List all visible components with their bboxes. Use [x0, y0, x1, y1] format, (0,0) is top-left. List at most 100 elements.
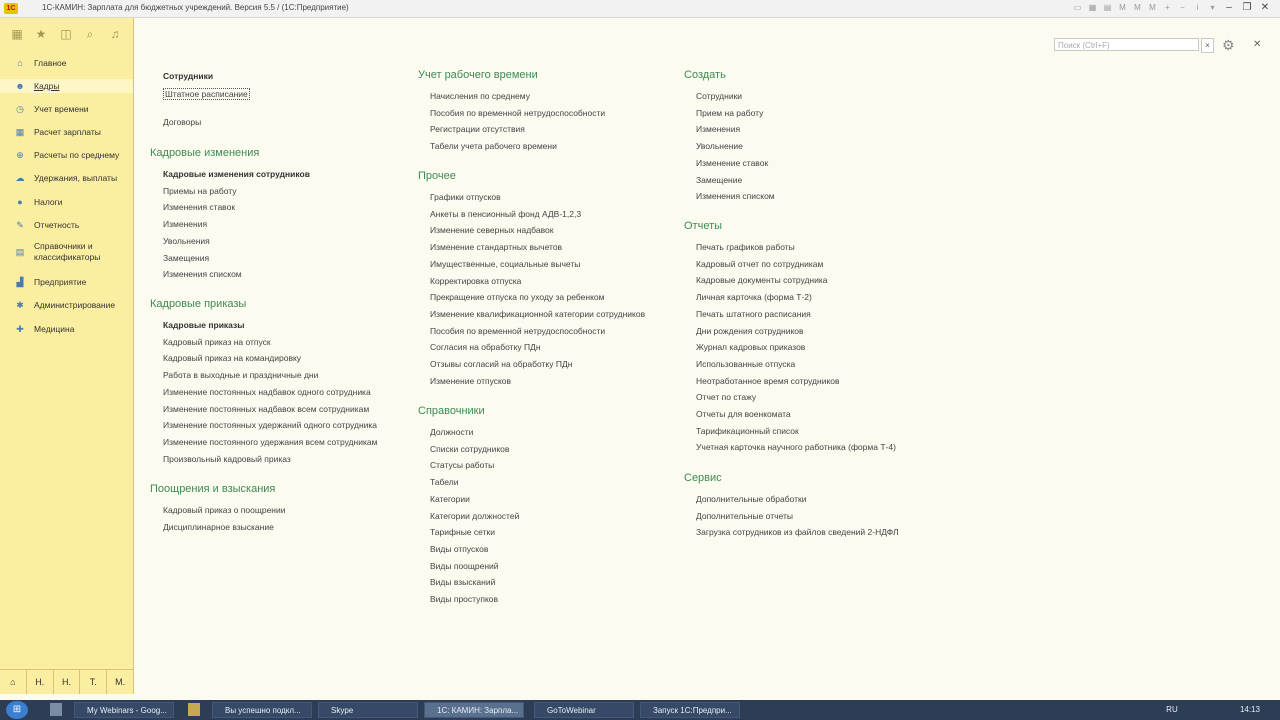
nav-link[interactable]: Изменения списком	[696, 191, 775, 201]
toolbar-doc-icon[interactable]: ▭	[1072, 2, 1083, 13]
nav-link[interactable]: Отзывы согласий на обработку ПДн	[430, 359, 572, 369]
nav-link[interactable]: Кадровый приказ на отпуск	[163, 337, 271, 347]
sidebar-item[interactable]: ● Налоги	[0, 195, 133, 209]
nav-link[interactable]: Увольнение	[696, 141, 743, 151]
nav-link[interactable]: Регистрации отсутствия	[430, 124, 525, 134]
nav-link[interactable]: Дополнительные обработки	[696, 494, 806, 504]
favorites-star-icon[interactable]: ★	[34, 27, 48, 41]
nav-link[interactable]: Изменение стандартных вычетов	[430, 242, 562, 252]
nav-link[interactable]: Дисциплинарное взыскание	[163, 522, 274, 532]
nav-link[interactable]: Сотрудники	[696, 91, 742, 101]
sidebar-item[interactable]: ☁ Удержания, выплаты	[0, 171, 133, 185]
nav-link[interactable]: Виды поощрений	[430, 561, 499, 571]
nav-link[interactable]: Виды отпусков	[430, 544, 488, 554]
nav-link[interactable]: Имущественные, социальные вычеты	[430, 259, 580, 269]
nav-link[interactable]: Кадровые изменения сотрудников	[163, 169, 310, 179]
nav-link[interactable]: Изменение постоянных удержаний одного со…	[163, 420, 377, 430]
nav-link[interactable]: Кадровый приказ о поощрении	[163, 505, 286, 515]
nav-link[interactable]: Дополнительные отчеты	[696, 511, 793, 521]
nav-link[interactable]: Замещения	[163, 253, 209, 263]
language-indicator[interactable]: RU	[1166, 705, 1178, 714]
window-tab[interactable]: Т.	[80, 670, 108, 694]
nav-link[interactable]: Дни рождения сотрудников	[696, 326, 804, 336]
nav-link[interactable]: Штатное расписание	[163, 88, 250, 100]
toolbar-calc-icon[interactable]: ▦	[1087, 2, 1098, 13]
nav-link[interactable]: Отчет по стажу	[696, 392, 756, 402]
nav-link[interactable]: Произвольный кадровый приказ	[163, 454, 291, 464]
sidebar-item[interactable]: ✎ Отчетность	[0, 218, 133, 232]
window-tab[interactable]: Н.	[27, 670, 54, 694]
close-window-button[interactable]: ✕	[1258, 2, 1272, 14]
nav-link[interactable]: Печать графиков работы	[696, 242, 795, 252]
quicklaunch-icon[interactable]	[50, 703, 62, 716]
notifications-bell-icon[interactable]: ♫	[108, 27, 122, 41]
window-tab[interactable]: М.	[107, 670, 133, 694]
search-icon[interactable]: ⌕	[83, 27, 97, 41]
nav-link[interactable]: Изменение постоянного удержания всем сот…	[163, 437, 377, 447]
taskbar-app[interactable]: Вы успешно подкл...	[212, 702, 312, 718]
info-icon[interactable]: i	[1192, 2, 1203, 13]
sidebar-item[interactable]: ▦ Расчет зарплаты	[0, 125, 133, 139]
nav-link[interactable]: Журнал кадровых приказов	[696, 342, 805, 352]
sidebar-item[interactable]: ▟ Предприятие	[0, 275, 133, 289]
toolbar-zoom-out-icon[interactable]: −	[1177, 2, 1188, 13]
sidebar-item[interactable]: ◷ Учет времени	[0, 102, 133, 116]
nav-link[interactable]: Кадровый отчет по сотрудникам	[696, 259, 823, 269]
menu-grid-icon[interactable]: ▦	[10, 27, 24, 41]
toolbar-calendar-icon[interactable]: ▤	[1102, 2, 1113, 13]
nav-link[interactable]: Пособия по временной нетрудоспособности	[430, 108, 605, 118]
nav-link[interactable]: Начисления по среднему	[430, 91, 530, 101]
nav-link[interactable]: Кадровые документы сотрудника	[696, 275, 828, 285]
nav-link[interactable]: Кадровый приказ на командировку	[163, 353, 301, 363]
nav-link[interactable]: Изменение отпусков	[430, 376, 511, 386]
sidebar-item[interactable]: ⌂ Главное	[0, 56, 133, 70]
search-clear-button[interactable]: ×	[1201, 38, 1214, 53]
nav-link[interactable]: Статусы работы	[430, 460, 494, 470]
nav-link[interactable]: Печать штатного расписания	[696, 309, 811, 319]
explorer-icon[interactable]	[188, 703, 200, 716]
nav-link[interactable]: Замещение	[696, 175, 742, 185]
restore-button[interactable]: ❐	[1240, 2, 1254, 14]
taskbar-app[interactable]: Запуск 1С:Предпри...	[640, 702, 740, 718]
nav-link[interactable]: Анкеты в пенсионный фонд АДВ-1,2,3	[430, 209, 581, 219]
nav-link[interactable]: Тарифные сетки	[430, 527, 495, 537]
nav-link[interactable]: Тарификационный список	[696, 426, 799, 436]
nav-link[interactable]: Изменения списком	[163, 269, 242, 279]
nav-link[interactable]: Пособия по временной нетрудоспособности	[430, 326, 605, 336]
nav-link[interactable]: Табели	[430, 477, 458, 487]
toolbar-mplus-icon[interactable]: M	[1132, 2, 1143, 13]
sidebar-item[interactable]: ⊕ Расчеты по среднему	[0, 148, 133, 162]
nav-link[interactable]: Прекращение отпуска по уходу за ребенком	[430, 292, 604, 302]
nav-link[interactable]: Приемы на работу	[163, 186, 237, 196]
nav-link[interactable]: Графики отпусков	[430, 192, 501, 202]
nav-link[interactable]: Учетная карточка научного работника (фор…	[696, 442, 896, 452]
close-section-button[interactable]: ✕	[1253, 39, 1261, 50]
toolbar-zoom-in-icon[interactable]: +	[1162, 2, 1173, 13]
search-input[interactable]: Поиск (Ctrl+F)	[1054, 38, 1199, 51]
nav-link[interactable]: Изменения	[696, 124, 740, 134]
nav-link[interactable]: Согласия на обработку ПДн	[430, 342, 541, 352]
window-tab[interactable]: Н.	[54, 670, 81, 694]
nav-link[interactable]: Корректировка отпуска	[430, 276, 521, 286]
toolbar-mem-icon[interactable]: M	[1117, 2, 1128, 13]
nav-link[interactable]: Изменения ставок	[163, 202, 235, 212]
taskbar-app[interactable]: GoToWebinar	[534, 702, 634, 718]
sidebar-item[interactable]: ▤ Справочники и классификаторы	[0, 241, 133, 263]
sidebar-item[interactable]: ☻ Кадры	[0, 79, 133, 93]
nav-link[interactable]: Табели учета рабочего времени	[430, 141, 557, 151]
nav-link[interactable]: Изменение постоянных надбавок всем сотру…	[163, 404, 369, 414]
sidebar-item[interactable]: ✱ Администрирование	[0, 298, 133, 312]
nav-link[interactable]: Изменение квалификационной категории сот…	[430, 309, 645, 319]
settings-gear-icon[interactable]: ⚙	[1222, 37, 1235, 54]
nav-link[interactable]: Личная карточка (форма Т-2)	[696, 292, 812, 302]
start-button[interactable]: ⊞	[6, 701, 28, 719]
nav-link[interactable]: Списки сотрудников	[430, 444, 509, 454]
nav-link[interactable]: Загрузка сотрудников из файлов сведений …	[696, 527, 899, 537]
nav-link[interactable]: Договоры	[163, 117, 201, 127]
nav-link[interactable]: Изменение ставок	[696, 158, 768, 168]
nav-link[interactable]: Изменение северных надбавок	[430, 225, 553, 235]
nav-link[interactable]: Использованные отпуска	[696, 359, 795, 369]
nav-link[interactable]: Кадровые приказы	[163, 320, 245, 330]
sidebar-item[interactable]: ✚ Медицина	[0, 322, 133, 336]
nav-link[interactable]: Виды взысканий	[430, 577, 495, 587]
